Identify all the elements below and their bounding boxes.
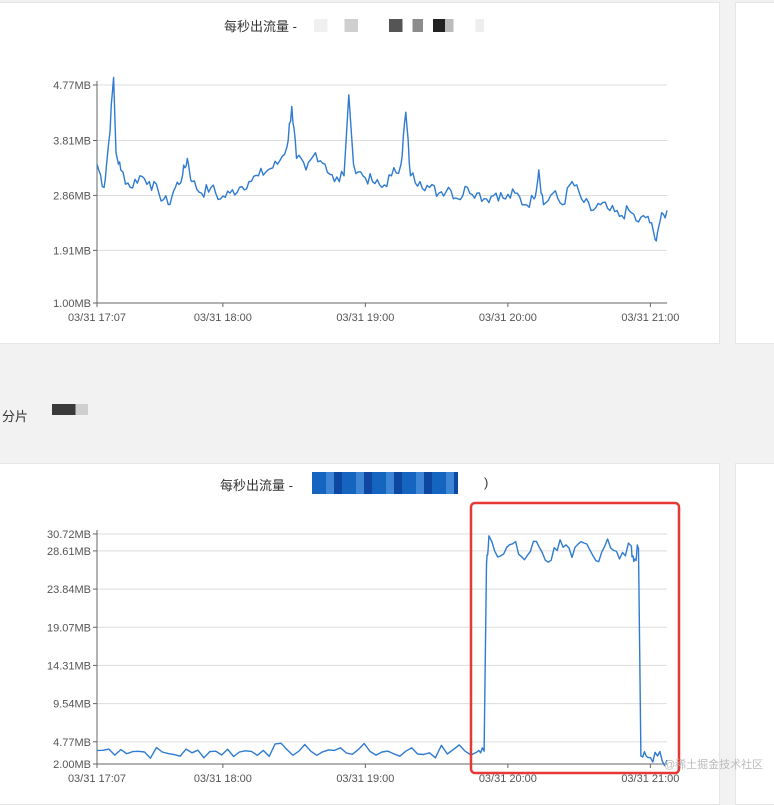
y-tick-label: 4.77MB	[53, 737, 91, 749]
section-label: 分片	[2, 409, 29, 424]
y-tick-label: 23.84MB	[47, 584, 91, 596]
y-tick-label: 2.00MB	[53, 759, 91, 771]
x-tick-label: 03/31 17:07	[68, 773, 126, 785]
bottom-line-chart: 2.00MB 4.77MB 9.54MB 14.31MB 19.07MB 23.84MB 2…	[47, 501, 681, 785]
x-tick-label: 03/31 20:00	[479, 773, 537, 785]
x-tick-label: 03/31 20:00	[479, 312, 537, 324]
top-title-redacted	[314, 19, 484, 32]
y-tick-label: 3.81MB	[53, 136, 91, 148]
y-tick-label: 28.61MB	[47, 546, 91, 558]
x-tick-label: 03/31 21:00	[621, 312, 679, 324]
bottom-title-suffix: )	[484, 475, 489, 490]
x-tick-label: 03/31 21:00	[621, 773, 679, 785]
bottom-chart-card: 2.00MB 4.77MB 9.54MB 14.31MB 19.07MB 23.84MB 2…	[0, 463, 720, 805]
top-chart-card: 1.00MB 1.91MB 2.86MB 3.81MB 4.77MB 03/31 17:0…	[0, 2, 720, 344]
y-tick-label: 30.72MB	[47, 529, 91, 541]
y-tick-label: 19.07MB	[47, 622, 91, 634]
series-line	[96, 76, 668, 242]
bottom-title-redacted	[312, 472, 458, 494]
y-tick-label: 14.31MB	[47, 660, 91, 672]
watermark-text: @稀土掘金技术社区	[664, 759, 764, 771]
top-line-chart: 1.00MB 1.91MB 2.86MB 3.81MB 4.77MB 03/31 17:0…	[53, 76, 679, 324]
top-side-card	[735, 2, 774, 344]
y-tick-label: 1.00MB	[53, 298, 91, 310]
section-label-redacted	[52, 404, 88, 415]
x-tick-label: 03/31 18:00	[194, 312, 252, 324]
y-tick-label: 9.54MB	[53, 699, 91, 711]
highlight-box	[469, 501, 681, 775]
x-tick-label: 03/31 17:07	[68, 312, 126, 324]
x-tick-label: 03/31 19:00	[336, 773, 394, 785]
x-tick-label: 03/31 19:00	[336, 312, 394, 324]
x-tick-label: 03/31 18:00	[194, 773, 252, 785]
series-line	[96, 535, 668, 767]
y-tick-label: 2.86MB	[53, 190, 91, 202]
y-tick-label: 4.77MB	[53, 80, 91, 92]
bottom-chart-title: 每秒出流量 -	[220, 478, 293, 493]
bottom-side-card	[735, 463, 774, 805]
top-chart-title: 每秒出流量 -	[224, 19, 297, 34]
y-tick-label: 1.91MB	[53, 245, 91, 257]
